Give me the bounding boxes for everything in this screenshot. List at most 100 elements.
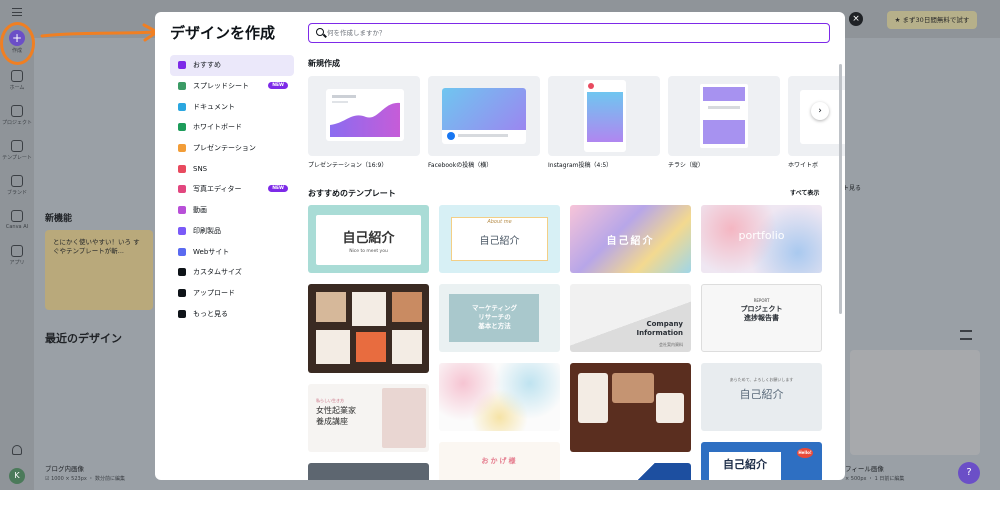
nav-item-label: 写真エディター: [193, 185, 242, 194]
recent-item-thumbnail[interactable]: [850, 350, 980, 455]
template-card[interactable]: [308, 284, 429, 373]
template-card[interactable]: 自己紹介: [570, 205, 691, 273]
template-card[interactable]: おかげ様: [439, 442, 560, 480]
nav-item[interactable]: もっと見る: [170, 303, 294, 324]
nav-item[interactable]: ドキュメント: [170, 96, 294, 117]
category-nav: おすすめスプレッドシート NEW ドキュメントホワイトボードプレゼンテーション SNS…: [170, 55, 294, 324]
nav-item-label: カスタムサイズ: [193, 268, 242, 277]
template-card[interactable]: [570, 363, 691, 452]
template-card[interactable]: About me 自己紹介: [439, 205, 560, 273]
nav-item-label: アップロード: [193, 288, 235, 297]
recent-item-meta: × 500px ・ 1 日前に編集: [845, 476, 905, 482]
recent-item-title[interactable]: フィール画像: [845, 463, 884, 473]
template-card[interactable]: Company Information 会社案内資料: [570, 284, 691, 352]
category-icon: [178, 247, 186, 256]
create-design-modal: デザインを作成 おすすめスプレッドシート NEW ドキュメントホワイトボードプレゼン…: [155, 12, 845, 480]
nav-item[interactable]: アップロード: [170, 283, 294, 304]
see-all-link[interactable]: すべて表示: [790, 188, 819, 197]
annotation-circle: [0, 22, 35, 65]
menu-icon[interactable]: [12, 8, 22, 16]
template-card[interactable]: portfolio: [701, 205, 822, 273]
nav-item[interactable]: Webサイト: [170, 241, 294, 262]
create-card-flyer[interactable]: [668, 76, 780, 156]
create-card-instagram-post[interactable]: [548, 76, 660, 156]
chevron-right-icon[interactable]: ›: [811, 102, 829, 120]
recent-designs-heading: 最近のデザイン: [45, 332, 122, 345]
category-icon: [178, 61, 186, 70]
template-card[interactable]: [570, 463, 691, 480]
bell-icon[interactable]: [12, 445, 22, 455]
template-card[interactable]: [308, 463, 429, 480]
nav-item[interactable]: カスタムサイズ: [170, 262, 294, 283]
card-preview: [700, 84, 748, 148]
free-trial-button[interactable]: ★ まず30日間無料で試す: [887, 11, 977, 29]
card-preview: [584, 80, 626, 152]
nav-item-label: 動画: [193, 206, 207, 215]
feature-card[interactable]: とにかく使いやすい！いろ すぐやテンプレートが斬...: [45, 230, 153, 310]
scrollbar[interactable]: [839, 64, 842, 314]
new-features-heading: 新機能: [45, 214, 73, 224]
brand-icon: [11, 175, 23, 187]
nav-item-label: おすすめ: [193, 61, 221, 70]
template-card[interactable]: [439, 363, 560, 431]
category-icon: [178, 288, 186, 297]
instagram-icon: [588, 83, 594, 89]
templates-heading: おすすめのテンプレート: [308, 189, 396, 198]
category-icon: [178, 164, 186, 173]
modal-title: デザインを作成: [170, 24, 276, 42]
category-icon: [178, 123, 186, 132]
category-icon: [178, 226, 186, 235]
list-view-icon[interactable]: [960, 330, 972, 340]
create-card-label: チラシ（縦）: [668, 162, 704, 169]
nav-item[interactable]: 写真エディター NEW: [170, 179, 294, 200]
annotation-arrow: [40, 23, 159, 42]
nav-item-label: Webサイト: [193, 247, 230, 256]
hello-sticker: Hello!: [797, 448, 813, 458]
template-card[interactable]: 私らしい生き方 女性起業家 養成講座: [308, 384, 429, 452]
nav-item-label: ドキュメント: [193, 102, 235, 111]
nav-item[interactable]: 動画: [170, 200, 294, 221]
facebook-icon: [447, 132, 455, 140]
rail-item-projects[interactable]: プロジェクト: [0, 105, 34, 126]
template-card[interactable]: 自己紹介 Hello!: [701, 442, 822, 480]
category-icon: [178, 144, 186, 153]
new-create-heading: 新規作成: [308, 59, 340, 68]
rail-item-home[interactable]: ホーム: [0, 70, 34, 91]
left-rail: + 作成 ホーム プロジェクト テンプレート ブランド Canva AI アプリ…: [0, 0, 34, 490]
rail-item-canva-ai[interactable]: Canva AI: [0, 210, 34, 230]
category-icon: [178, 102, 186, 111]
nav-item[interactable]: 印刷製品: [170, 221, 294, 242]
nav-item-label: SNS: [193, 164, 208, 173]
rail-item-apps[interactable]: アプリ: [0, 245, 34, 266]
nav-item[interactable]: ホワイトボード: [170, 117, 294, 138]
rail-item-brand[interactable]: ブランド: [0, 175, 34, 196]
nav-item[interactable]: プレゼンテーション: [170, 138, 294, 159]
search-input[interactable]: [327, 26, 817, 40]
nav-item-label: プレゼンテーション: [193, 144, 256, 153]
card-preview: [442, 88, 526, 144]
create-card-facebook-post[interactable]: [428, 76, 540, 156]
nav-item[interactable]: おすすめ: [170, 55, 294, 76]
category-icon: [178, 268, 186, 277]
recent-item-title[interactable]: ブログ内画像: [45, 463, 84, 473]
create-card-presentation[interactable]: [308, 76, 420, 156]
template-card[interactable]: REPORT プロジェクト 進捗報告書: [701, 284, 822, 352]
template-card[interactable]: マーケティング リサーチの 基本と方法: [439, 284, 560, 352]
help-button[interactable]: ?: [958, 462, 980, 484]
search-box[interactable]: [308, 23, 830, 43]
search-icon: [316, 28, 324, 36]
avatar[interactable]: K: [9, 468, 25, 484]
nav-item[interactable]: スプレッドシート NEW: [170, 76, 294, 97]
see-more-link[interactable]: ト見る: [843, 183, 861, 192]
nav-item[interactable]: SNS: [170, 158, 294, 179]
create-card-label: Instagram投稿（4:5）: [548, 162, 613, 169]
template-card[interactable]: 自己紹介 Nice to meet you: [308, 205, 429, 273]
create-card-label: プレゼンテーション（16:9）: [308, 162, 388, 169]
folder-icon: [11, 105, 23, 117]
template-card[interactable]: あらためて、よろしくお願いします 自己紹介: [701, 363, 822, 431]
card-preview: [326, 89, 404, 141]
close-button[interactable]: ×: [849, 12, 863, 26]
new-badge: NEW: [268, 81, 288, 89]
home-icon: [11, 70, 23, 82]
rail-item-templates[interactable]: テンプレート: [0, 140, 34, 161]
